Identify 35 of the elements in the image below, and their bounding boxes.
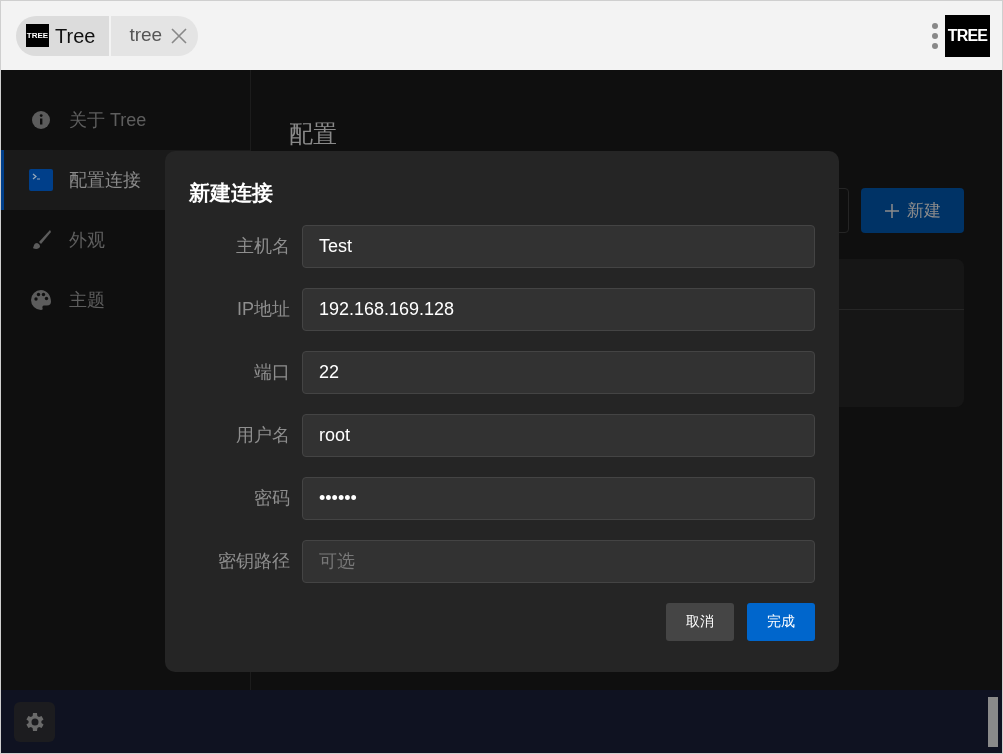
field-label: 端口 bbox=[253, 360, 290, 384]
new-button[interactable]: 新建 bbox=[861, 188, 964, 233]
brush-icon bbox=[30, 229, 52, 251]
input-field[interactable]: •••••• bbox=[302, 476, 815, 520]
input-field[interactable]: 22 bbox=[302, 350, 815, 394]
app-logo: TREE bbox=[945, 14, 990, 57]
field-label: 密码 bbox=[253, 486, 290, 510]
field-label: 主机名 bbox=[235, 234, 290, 258]
input-field[interactable]: 192.168.169.128 bbox=[302, 287, 815, 331]
done-button[interactable]: 完成 bbox=[747, 602, 815, 641]
close-icon[interactable] bbox=[170, 26, 189, 45]
input-field[interactable]: Test bbox=[302, 224, 815, 268]
field-label: 密钥路径 bbox=[217, 549, 290, 573]
scrollbar[interactable] bbox=[988, 696, 998, 747]
breadcrumb[interactable]: TREE Tree bbox=[16, 15, 110, 56]
page-title: 配置 bbox=[289, 122, 337, 146]
input-field[interactable]: root bbox=[302, 413, 815, 457]
terminal-icon bbox=[29, 169, 53, 191]
cancel-button[interactable]: 取消 bbox=[666, 602, 734, 641]
input-field[interactable]: 可选 bbox=[302, 539, 815, 583]
palette-icon bbox=[30, 289, 52, 311]
field-label: 用户名 bbox=[235, 423, 290, 447]
info-icon bbox=[31, 110, 51, 130]
plus-icon bbox=[884, 203, 899, 218]
sidebar-label: 关于 Tree bbox=[69, 108, 147, 132]
sidebar-label: 主题 bbox=[69, 288, 105, 312]
more-icon[interactable] bbox=[931, 21, 939, 50]
settings-button[interactable] bbox=[14, 701, 55, 742]
breadcrumb-label: Tree bbox=[55, 23, 96, 49]
sidebar-label: 配置连接 bbox=[69, 168, 141, 192]
tab-label: tree bbox=[129, 23, 163, 48]
field-label: IP地址 bbox=[236, 297, 290, 321]
logo: TREE bbox=[26, 24, 49, 47]
sidebar-label: 外观 bbox=[69, 228, 105, 252]
breadcrumb-tab[interactable]: tree bbox=[109, 15, 199, 56]
